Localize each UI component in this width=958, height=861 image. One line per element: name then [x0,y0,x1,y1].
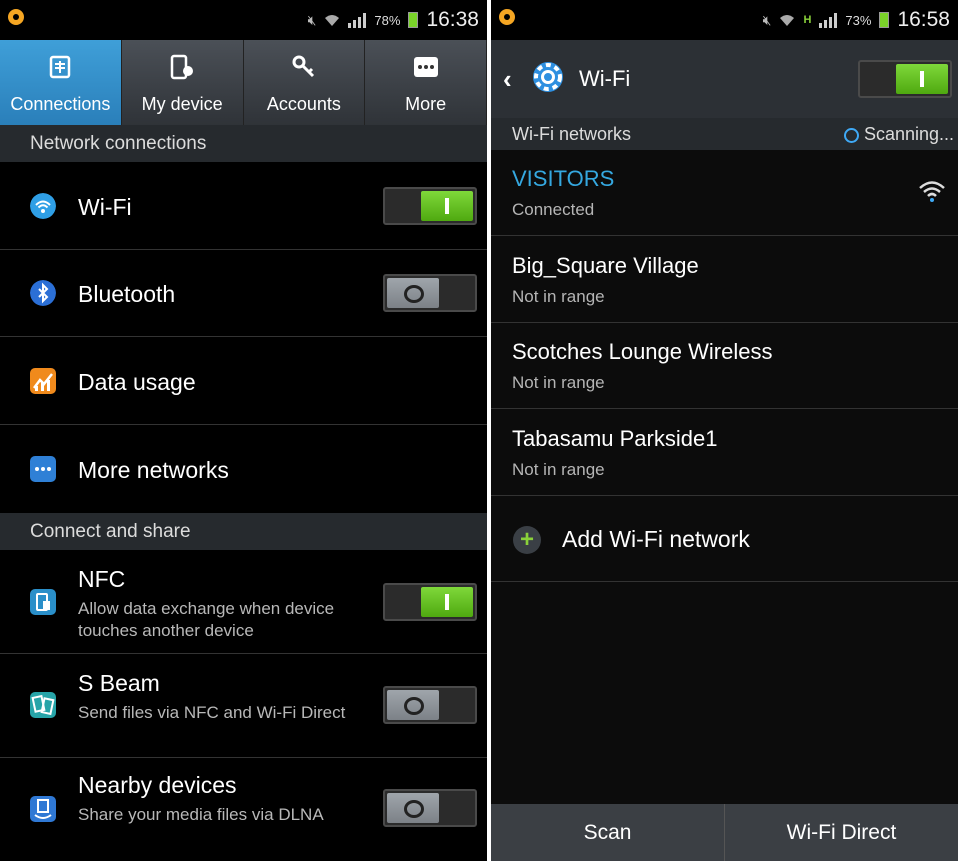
tab-label: More [405,94,447,114]
network-status: Connected [512,200,595,219]
battery-percent: 78% [374,12,401,28]
nfc-icon [30,589,56,615]
signal-icon [348,12,367,28]
settings-gear-icon[interactable] [529,58,567,96]
scanning-label: Scanning... [863,124,954,144]
s-beam-icon [30,692,56,718]
tab-my-device[interactable]: My device [122,40,244,125]
tab-accounts[interactable]: Accounts [244,40,366,125]
nearby-devices-icon [30,796,56,822]
nearby-devices-toggle[interactable] [383,789,477,827]
wifi-status-icon [325,15,340,26]
network-status: Not in range [512,373,605,392]
more-networks-row[interactable]: More networks [0,425,487,513]
wifi-screen: 🔇︎ H 73% 16:58 ‹ Wi-Fi Wi-Fi networks Sc… [491,0,958,861]
network-name: Scotches Lounge Wireless [512,339,773,364]
app-notification-icon [499,9,515,25]
connections-icon [50,55,71,79]
tab-more[interactable]: More [365,40,487,125]
more-icon [413,57,438,77]
more-networks-label: More networks [78,457,229,483]
s-beam-toggle[interactable] [383,686,477,724]
wifi-master-toggle[interactable] [858,60,952,98]
data-usage-row[interactable]: Data usage [0,337,487,425]
data-usage-icon [30,368,56,394]
network-status: Not in range [512,287,605,306]
back-icon[interactable]: ‹ [503,64,512,95]
spinner-icon [843,127,859,143]
bluetooth-label: Bluetooth [78,281,176,307]
s-beam-label: S Beam [78,670,160,696]
page-title: Wi-Fi [579,66,631,91]
plus-icon: + [513,526,541,554]
wifi-direct-button[interactable]: Wi-Fi Direct [724,804,958,861]
bluetooth-row[interactable]: Bluetooth [0,250,487,337]
tab-connections[interactable]: Connections [0,40,122,125]
network-item[interactable]: Tabasamu Parkside1 Not in range [491,410,958,496]
wifi-icon [30,193,56,219]
wifi-signal-icon [919,181,945,202]
nearby-devices-description: Share your media files via DLNA [78,805,324,824]
hspa-icon: H [803,14,812,26]
action-bar: ‹ Wi-Fi [491,40,958,118]
bluetooth-toggle[interactable] [383,274,477,312]
key-icon [292,55,314,78]
clock: 16:38 [426,8,479,31]
wifi-toggle[interactable] [383,187,477,225]
battery-percent: 73% [845,12,872,28]
clock: 16:58 [897,8,950,31]
network-item[interactable]: Scotches Lounge Wireless Not in range [491,323,958,409]
nfc-label: NFC [78,566,126,592]
mute-icon: 🔇︎ [762,11,772,28]
status-bar: 🔇︎ 78% 16:38 [0,0,487,40]
section-network-connections: Network connections [0,125,487,162]
data-usage-label: Data usage [78,369,196,395]
nfc-toggle[interactable] [383,583,477,621]
network-status: Not in range [512,460,605,479]
tab-label: My device [141,94,223,114]
settings-screen: 🔇︎ 78% 16:38 Connections My device Accou… [0,0,487,861]
bottom-button-bar: Scan Wi-Fi Direct [491,804,958,861]
add-network-row[interactable]: + Add Wi-Fi network [491,496,958,582]
scan-button[interactable]: Scan [491,804,724,861]
networks-header-label: Wi-Fi networks [512,124,632,144]
wifi-label: Wi-Fi [78,194,132,220]
settings-tabs: Connections My device Accounts More [0,40,487,125]
networks-header: Wi-Fi networks Scanning... [491,118,958,150]
more-networks-icon [30,456,56,482]
tab-label: Accounts [266,94,341,114]
s-beam-description: Send files via NFC and Wi-Fi Direct [78,703,346,722]
network-name: Tabasamu Parkside1 [512,426,718,451]
app-notification-icon [8,9,24,25]
mute-icon: 🔇︎ [307,11,317,28]
battery-icon [879,12,890,28]
nearby-devices-label: Nearby devices [78,772,237,798]
nfc-row[interactable]: NFC Allow data exchange when device touc… [0,550,487,654]
status-bar: 🔇︎ H 73% 16:58 [491,0,958,40]
network-name: Big_Square Village [512,253,699,278]
wifi-status-icon [780,15,795,26]
nfc-description: Allow data exchange when device touches … [78,599,335,640]
signal-icon [819,12,838,28]
add-network-label: Add Wi-Fi network [562,526,750,552]
scanning-status: Scanning... [843,118,954,150]
battery-icon [408,12,419,28]
bluetooth-icon [30,280,56,306]
device-icon [170,54,194,80]
nearby-devices-row[interactable]: Nearby devices Share your media files vi… [0,758,487,861]
section-connect-and-share: Connect and share [0,513,487,550]
network-item[interactable]: VISITORS Connected [491,150,958,236]
network-name: VISITORS [512,166,615,191]
wifi-row[interactable]: Wi-Fi [0,162,487,250]
network-item[interactable]: Big_Square Village Not in range [491,237,958,323]
s-beam-row[interactable]: S Beam Send files via NFC and Wi-Fi Dire… [0,654,487,758]
tab-label: Connections [10,94,111,114]
